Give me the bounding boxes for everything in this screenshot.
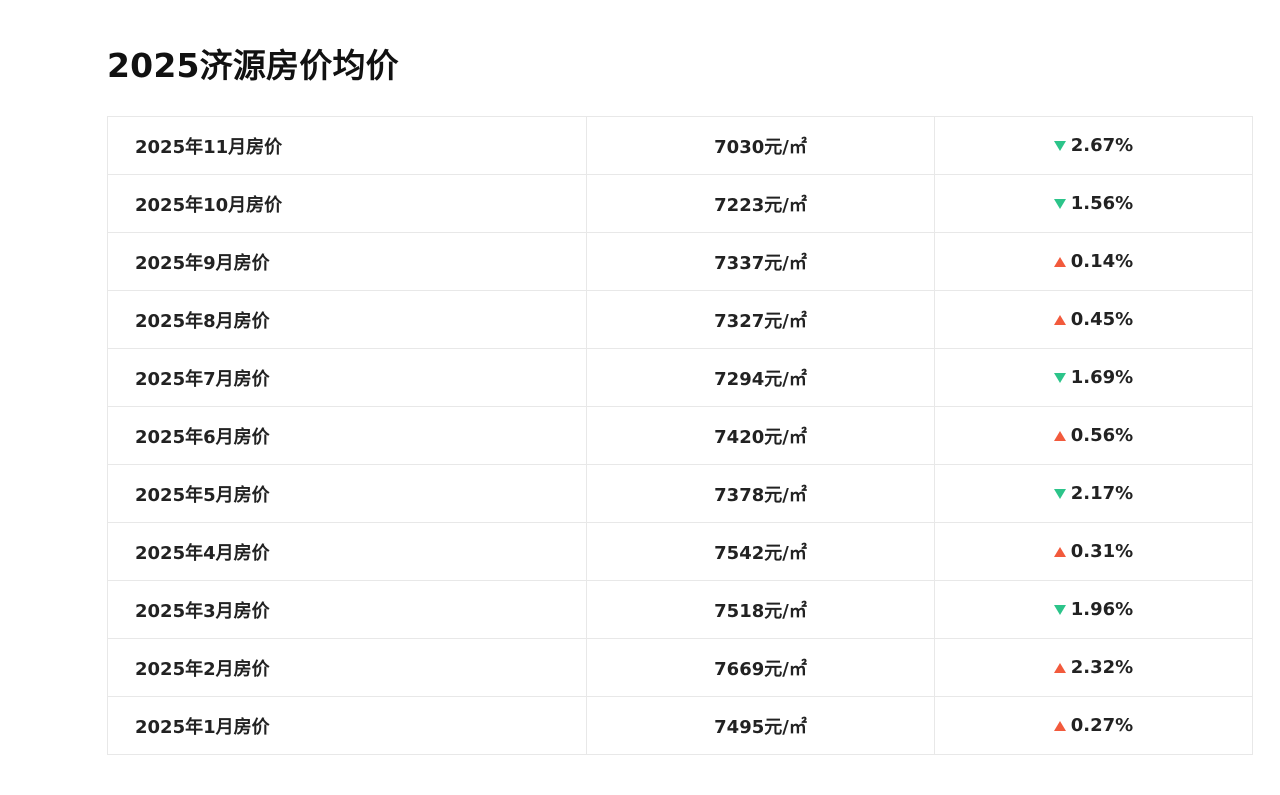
change-indicator: 0.56% <box>1053 425 1134 447</box>
table-row: 2025年1月房价 7495元/㎡ 0.27% <box>107 696 1253 755</box>
month-cell: 2025年5月房价 <box>107 464 587 523</box>
table-row: 2025年5月房价 7378元/㎡ 2.17% <box>107 464 1253 523</box>
price-cell: 7542元/㎡ <box>586 522 935 581</box>
change-indicator: 0.14% <box>1053 251 1134 273</box>
table-row: 2025年9月房价 7337元/㎡ 0.14% <box>107 232 1253 291</box>
change-indicator: 2.17% <box>1053 483 1134 505</box>
change-value: 1.96% <box>1070 599 1134 621</box>
month-cell: 2025年8月房价 <box>107 290 587 349</box>
price-cell: 7223元/㎡ <box>586 174 935 233</box>
month-cell: 2025年2月房价 <box>107 638 587 697</box>
month-cell: 2025年6月房价 <box>107 406 587 465</box>
change-cell: 1.96% <box>934 580 1253 639</box>
triangle-down-icon <box>1053 198 1066 209</box>
triangle-down-icon <box>1053 604 1066 615</box>
triangle-up-icon <box>1053 720 1066 731</box>
change-cell: 0.45% <box>934 290 1253 349</box>
table-row: 2025年10月房价 7223元/㎡ 1.56% <box>107 174 1253 233</box>
table-row: 2025年4月房价 7542元/㎡ 0.31% <box>107 522 1253 581</box>
change-cell: 2.32% <box>934 638 1253 697</box>
change-cell: 0.56% <box>934 406 1253 465</box>
change-value: 0.45% <box>1070 309 1134 331</box>
triangle-up-icon <box>1053 662 1066 673</box>
triangle-down-icon <box>1053 372 1066 383</box>
price-cell: 7294元/㎡ <box>586 348 935 407</box>
change-value: 2.67% <box>1070 135 1134 157</box>
table-row: 2025年8月房价 7327元/㎡ 0.45% <box>107 290 1253 349</box>
month-cell: 2025年7月房价 <box>107 348 587 407</box>
change-cell: 0.31% <box>934 522 1253 581</box>
month-cell: 2025年3月房价 <box>107 580 587 639</box>
change-value: 0.31% <box>1070 541 1134 563</box>
price-table: 2025年11月房价 7030元/㎡ 2.67% 2025年10月房价 7223元/㎡ 1… <box>107 116 1253 755</box>
table-row: 2025年7月房价 7294元/㎡ 1.69% <box>107 348 1253 407</box>
change-cell: 2.17% <box>934 464 1253 523</box>
change-value: 2.17% <box>1070 483 1134 505</box>
month-cell: 2025年11月房价 <box>107 116 587 175</box>
change-cell: 1.56% <box>934 174 1253 233</box>
triangle-up-icon <box>1053 430 1066 441</box>
price-cell: 7337元/㎡ <box>586 232 935 291</box>
month-cell: 2025年4月房价 <box>107 522 587 581</box>
change-cell: 2.67% <box>934 116 1253 175</box>
change-indicator: 1.96% <box>1053 599 1134 621</box>
table-row: 2025年3月房价 7518元/㎡ 1.96% <box>107 580 1253 639</box>
change-cell: 1.69% <box>934 348 1253 407</box>
change-value: 1.69% <box>1070 367 1134 389</box>
month-cell: 2025年1月房价 <box>107 696 587 755</box>
change-value: 2.32% <box>1070 657 1134 679</box>
change-indicator: 0.31% <box>1053 541 1134 563</box>
month-cell: 2025年9月房价 <box>107 232 587 291</box>
change-value: 1.56% <box>1070 193 1134 215</box>
price-cell: 7669元/㎡ <box>586 638 935 697</box>
triangle-up-icon <box>1053 256 1066 267</box>
price-cell: 7495元/㎡ <box>586 696 935 755</box>
change-value: 0.56% <box>1070 425 1134 447</box>
price-cell: 7420元/㎡ <box>586 406 935 465</box>
change-indicator: 2.32% <box>1053 657 1134 679</box>
triangle-down-icon <box>1053 140 1066 151</box>
month-cell: 2025年10月房价 <box>107 174 587 233</box>
change-cell: 0.14% <box>934 232 1253 291</box>
triangle-up-icon <box>1053 314 1066 325</box>
price-cell: 7030元/㎡ <box>586 116 935 175</box>
change-value: 0.14% <box>1070 251 1134 273</box>
triangle-up-icon <box>1053 546 1066 557</box>
table-row: 2025年2月房价 7669元/㎡ 2.32% <box>107 638 1253 697</box>
price-table-body: 2025年11月房价 7030元/㎡ 2.67% 2025年10月房价 7223元/㎡ 1… <box>107 116 1253 755</box>
table-row: 2025年11月房价 7030元/㎡ 2.67% <box>107 116 1253 175</box>
change-indicator: 0.27% <box>1053 715 1134 737</box>
change-value: 0.27% <box>1070 715 1134 737</box>
change-indicator: 1.69% <box>1053 367 1134 389</box>
page-title: 2025济源房价均价 <box>107 46 399 85</box>
table-row: 2025年6月房价 7420元/㎡ 0.56% <box>107 406 1253 465</box>
price-cell: 7378元/㎡ <box>586 464 935 523</box>
change-cell: 0.27% <box>934 696 1253 755</box>
change-indicator: 2.67% <box>1053 135 1134 157</box>
triangle-down-icon <box>1053 488 1066 499</box>
price-cell: 7518元/㎡ <box>586 580 935 639</box>
price-cell: 7327元/㎡ <box>586 290 935 349</box>
change-indicator: 0.45% <box>1053 309 1134 331</box>
change-indicator: 1.56% <box>1053 193 1134 215</box>
